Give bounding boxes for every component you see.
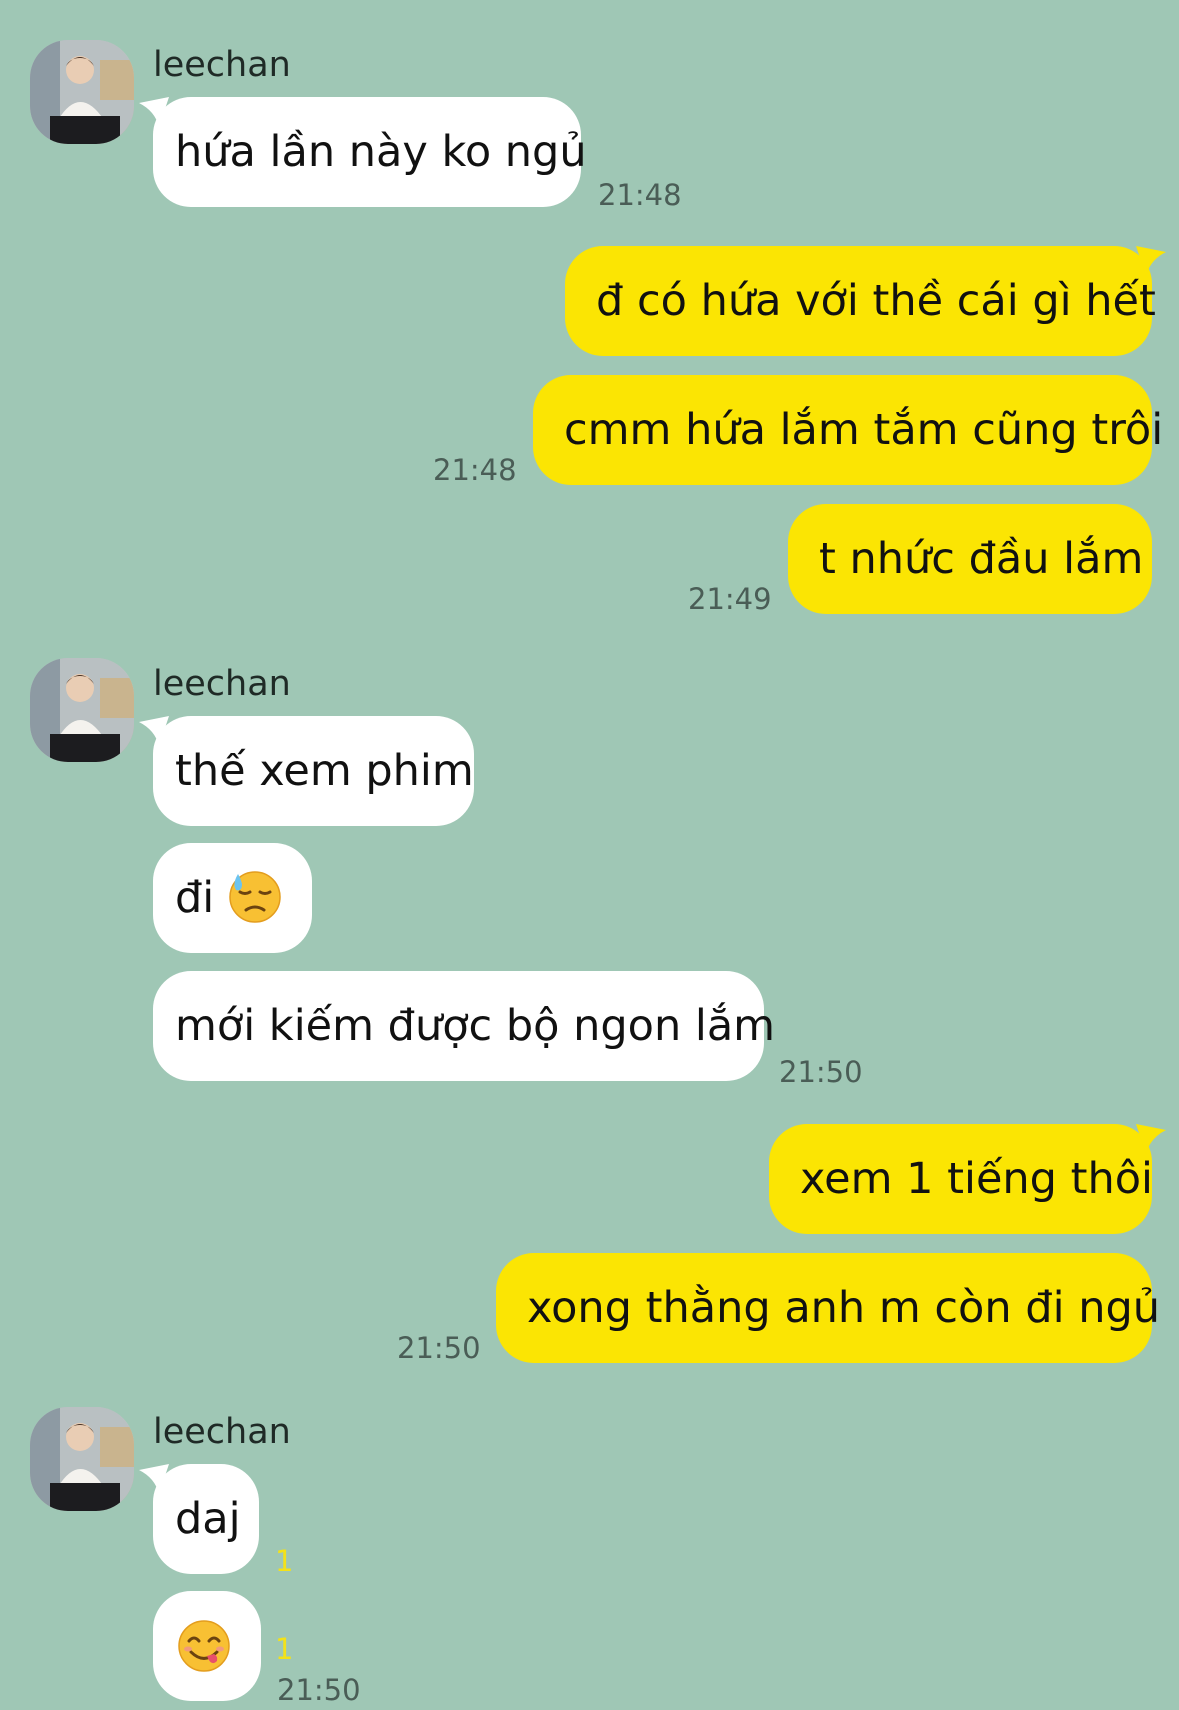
avatar[interactable] <box>30 40 134 144</box>
message-text: mới kiếm được bộ ngon lắm <box>175 1001 776 1051</box>
message-text: hứa lần này ko ngủ <box>175 127 587 177</box>
message-time: 21:49 <box>688 582 772 616</box>
bubble-tail <box>139 97 169 127</box>
incoming-message[interactable]: hứa lần này ko ngủ <box>139 97 587 207</box>
message-text: thế xem phim <box>175 746 474 796</box>
message-text: đi <box>175 873 215 923</box>
bubble-tail <box>139 1464 169 1494</box>
message-time: 21:48 <box>433 453 517 487</box>
message-text: xong thằng anh m còn đi ngủ <box>527 1283 1160 1333</box>
message-text: daj <box>175 1494 241 1544</box>
outgoing-message[interactable]: xem 1 tiếng thôi <box>769 1124 1166 1234</box>
incoming-message[interactable] <box>153 1591 261 1701</box>
bubble-tail <box>1136 246 1166 276</box>
message-text: t nhức đầu lắm <box>819 534 1144 584</box>
outgoing-message[interactable]: đ có hứa với thề cái gì hết <box>565 246 1166 356</box>
incoming-message[interactable]: daj <box>139 1464 259 1574</box>
message-time: 21:50 <box>277 1673 361 1707</box>
bubble-tail <box>1136 1124 1166 1154</box>
face-savoring-food-emoji <box>178 1620 230 1672</box>
bubble-tail <box>139 716 169 746</box>
unread-count: 1 <box>275 1544 294 1578</box>
unread-count: 1 <box>275 1632 294 1666</box>
outgoing-message[interactable]: cmm hứa lắm tắm cũng trôi <box>533 375 1163 485</box>
downcast-face-with-sweat-emoji <box>229 870 281 923</box>
incoming-message[interactable]: đi <box>153 843 312 953</box>
message-time: 21:48 <box>598 178 682 212</box>
incoming-message[interactable]: thế xem phim <box>139 716 474 826</box>
avatar[interactable] <box>30 658 134 762</box>
outgoing-message[interactable]: t nhức đầu lắm <box>788 504 1152 614</box>
sender-name: leechan <box>153 664 291 704</box>
message-time: 21:50 <box>397 1331 481 1365</box>
message-text: đ có hứa với thề cái gì hết <box>596 276 1156 326</box>
message-time: 21:50 <box>779 1055 863 1089</box>
message-text: xem 1 tiếng thôi <box>800 1154 1154 1204</box>
sender-name: leechan <box>153 45 291 85</box>
avatar[interactable] <box>30 1407 134 1511</box>
message-text: cmm hứa lắm tắm cũng trôi <box>564 405 1164 455</box>
sender-name: leechan <box>153 1412 291 1452</box>
outgoing-message[interactable]: xong thằng anh m còn đi ngủ <box>496 1253 1160 1363</box>
incoming-message[interactable]: mới kiếm được bộ ngon lắm <box>153 971 775 1081</box>
